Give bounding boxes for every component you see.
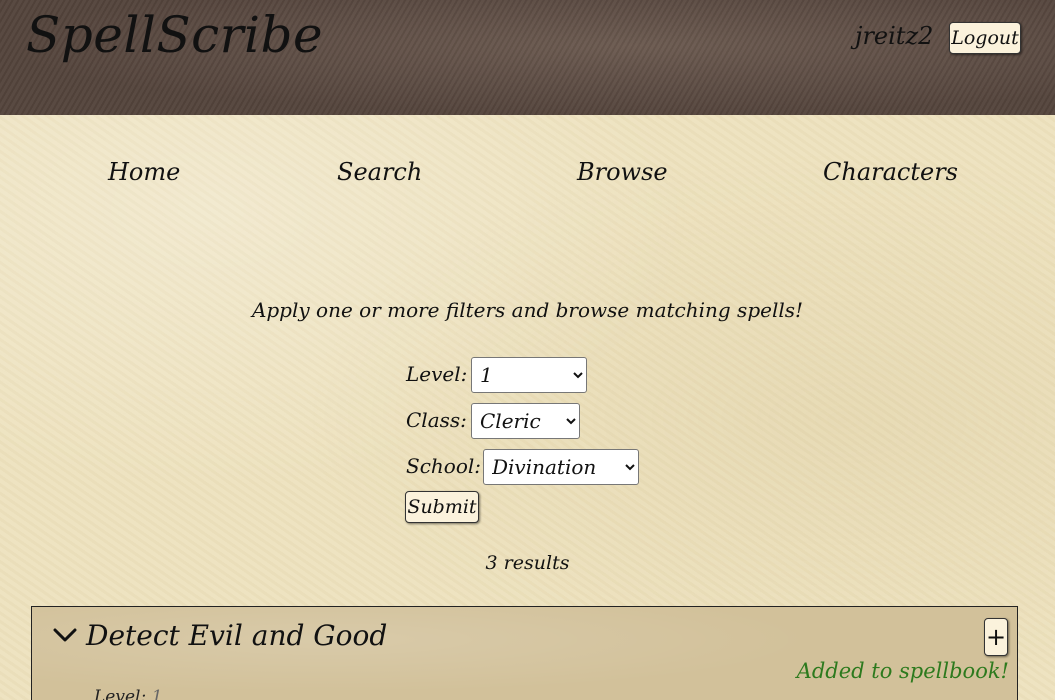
spell-level-label: Level:	[94, 687, 147, 700]
nav-characters[interactable]: Characters	[823, 158, 958, 186]
logout-button[interactable]: Logout	[949, 22, 1021, 54]
add-to-spellbook-button[interactable]: +	[984, 618, 1008, 656]
school-select[interactable]: Divination	[483, 449, 639, 485]
app-header: SpellScribe jreitz2 Logout	[0, 0, 1055, 115]
spell-level: Level: 1	[94, 687, 162, 700]
level-label: Level:	[406, 362, 468, 386]
added-status: Added to spellbook!	[796, 659, 1009, 683]
submit-button[interactable]: Submit	[405, 491, 479, 523]
class-select[interactable]: Cleric	[471, 403, 580, 439]
class-label: Class:	[406, 408, 467, 432]
username-label: jreitz2	[855, 22, 934, 50]
app-logo[interactable]: SpellScribe	[26, 6, 323, 64]
chevron-down-icon[interactable]	[52, 625, 78, 645]
spell-level-value: 1	[151, 687, 163, 700]
browse-intro: Apply one or more filters and browse mat…	[251, 298, 804, 322]
nav-search[interactable]: Search	[337, 158, 422, 186]
spell-name[interactable]: Detect Evil and Good	[86, 619, 387, 652]
spell-card: Detect Evil and Good + Added to spellboo…	[31, 606, 1018, 700]
results-count: 3 results	[485, 552, 570, 574]
school-label: School:	[406, 454, 481, 478]
plus-icon: +	[985, 623, 1007, 651]
nav-home[interactable]: Home	[108, 158, 180, 186]
nav-browse[interactable]: Browse	[577, 158, 668, 186]
level-select[interactable]: 1	[471, 357, 587, 393]
